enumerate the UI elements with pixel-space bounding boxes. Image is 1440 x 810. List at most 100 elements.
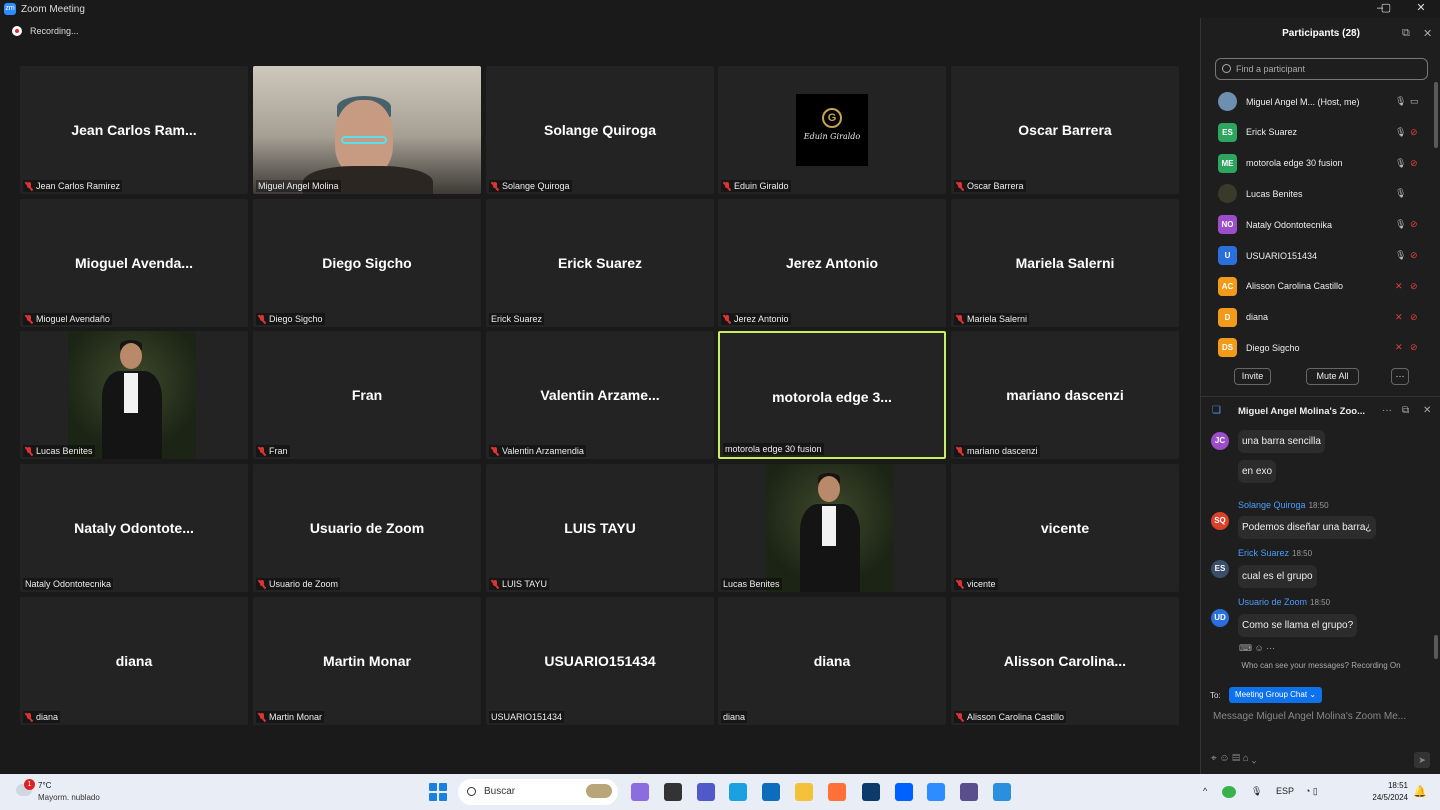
- maximize-button[interactable]: ▢: [1369, 0, 1403, 18]
- taskview-icon[interactable]: [664, 783, 682, 801]
- chat-message[interactable]: cual es el grupo: [1238, 565, 1317, 588]
- camera-off-icon[interactable]: ⊘: [1410, 219, 1418, 230]
- mic-icon[interactable]: 🎙: [1395, 188, 1406, 199]
- dropbox-icon[interactable]: [895, 783, 913, 801]
- participant-row[interactable]: ES Erick Suarez 🎙 ⊘: [1201, 117, 1433, 148]
- chat-scrollbar[interactable]: [1434, 635, 1438, 659]
- copilot-icon[interactable]: [631, 783, 649, 801]
- video-tile[interactable]: LUIS TAYU LUIS TAYU: [486, 464, 714, 592]
- participant-row[interactable]: NO Nataly Odontotecnika 🎙 ⊘: [1201, 209, 1433, 240]
- participant-row[interactable]: ME motorola edge 30 fusion 🎙 ⊘: [1201, 148, 1433, 179]
- camera-off-icon[interactable]: ⊘: [1410, 127, 1418, 138]
- video-tile[interactable]: Solange Quiroga Solange Quiroga: [486, 66, 714, 194]
- video-tile[interactable]: Valentin Arzame... Valentin Arzamendia: [486, 331, 714, 459]
- network-volume-battery-icons[interactable]: ◔ ▯: [1305, 786, 1318, 797]
- participant-row[interactable]: Lucas Benites 🎙: [1201, 178, 1433, 209]
- camera-off-icon[interactable]: ⊘: [1410, 342, 1418, 353]
- mic-muted-icon: [258, 712, 266, 722]
- mic-icon[interactable]: 🎙: [1395, 96, 1406, 107]
- video-tile[interactable]: Diego Sigcho Diego Sigcho: [253, 199, 481, 327]
- video-tile[interactable]: Fran Fran: [253, 331, 481, 459]
- participant-row[interactable]: AC Alisson Carolina Castillo ✕ ⊘: [1201, 271, 1433, 302]
- sync-icon[interactable]: [1222, 786, 1236, 798]
- photos-icon[interactable]: [993, 783, 1011, 801]
- participant-row[interactable]: Miguel Angel M... (Host, me) 🎙 ▭: [1201, 86, 1433, 117]
- chat-recipient-dropdown[interactable]: Meeting Group Chat ⌄: [1229, 687, 1322, 703]
- participant-search-input[interactable]: Find a participant: [1215, 58, 1428, 80]
- video-tile[interactable]: Lucas Benites: [20, 331, 248, 459]
- video-tile[interactable]: Lucas Benites: [718, 464, 946, 592]
- send-icon[interactable]: ➤: [1414, 752, 1430, 768]
- invite-button[interactable]: Invite: [1234, 368, 1271, 385]
- camera-off-icon[interactable]: ⊘: [1410, 312, 1418, 323]
- video-tile[interactable]: Oscar Barrera Oscar Barrera: [951, 66, 1179, 194]
- video-tile[interactable]: diana diana: [20, 597, 248, 725]
- video-tile[interactable]: Nataly Odontote... Nataly Odontotecnika: [20, 464, 248, 592]
- store-icon[interactable]: [762, 783, 780, 801]
- mic-icon[interactable]: 🎙: [1395, 127, 1406, 138]
- chat-message[interactable]: Podemos diseñar una barra¿: [1238, 516, 1376, 539]
- edge-icon[interactable]: [729, 783, 747, 801]
- exo-icon[interactable]: [960, 783, 978, 801]
- zoom-icon[interactable]: [927, 783, 945, 801]
- participant-row[interactable]: Ddiana ✕ ⊘: [1201, 302, 1433, 333]
- video-tile[interactable]: Miguel Angel Molina: [253, 66, 481, 194]
- participant-name: Fran: [269, 446, 288, 456]
- chat-toolbar-icons[interactable]: ⌖ ☺ ▤ ⌂ ⌄: [1211, 753, 1256, 764]
- mute-all-button[interactable]: Mute All: [1306, 368, 1359, 385]
- start-button[interactable]: [429, 783, 447, 801]
- video-tile[interactable]: motorola edge 3... motorola edge 30 fusio…: [718, 331, 946, 459]
- mic-icon[interactable]: 🎙: [1395, 250, 1406, 261]
- taskbar-search[interactable]: Buscar: [458, 779, 618, 805]
- video-tile[interactable]: mariano dascenzi mariano dascenzi: [951, 331, 1179, 459]
- mic-icon[interactable]: 🎙: [1395, 219, 1406, 230]
- mic-muted-icon[interactable]: ✕: [1395, 281, 1403, 292]
- mic-icon[interactable]: 🎙: [1395, 158, 1406, 169]
- participant-row[interactable]: U USUARIO151434 🎙 ⊘: [1201, 240, 1433, 271]
- close-participants-icon[interactable]: ✕: [1423, 27, 1432, 40]
- participant-row[interactable]: DS Diego Sigcho ✕ ⊘: [1201, 332, 1433, 363]
- app-blue-icon[interactable]: [862, 783, 880, 801]
- video-tile[interactable]: Mioguel Avenda... Mioguel Avendaño: [20, 199, 248, 327]
- explorer-icon[interactable]: [795, 783, 813, 801]
- message-reactions-icon[interactable]: ⌨ ☺ ···: [1239, 643, 1275, 654]
- chat-message-input[interactable]: Message Miguel Angel Molina's Zoom Me...: [1213, 711, 1406, 722]
- participants-scrollbar[interactable]: [1434, 82, 1438, 148]
- mic-muted-icon[interactable]: ✕: [1395, 342, 1403, 353]
- camera-off-icon[interactable]: ⊘: [1410, 158, 1418, 169]
- video-tile[interactable]: USUARIO151434 USUARIO151434: [486, 597, 714, 725]
- chat-message[interactable]: Como se llama el grupo?: [1238, 614, 1358, 637]
- teams-icon[interactable]: [697, 783, 715, 801]
- camera-off-icon[interactable]: ⊘: [1410, 281, 1418, 292]
- mic-tray-icon[interactable]: 🎙: [1251, 786, 1262, 797]
- video-tile[interactable]: Mariela Salerni Mariela Salerni: [951, 199, 1179, 327]
- video-tile[interactable]: G Eduin Giraldo Eduin Giraldo: [718, 66, 946, 194]
- participant-name: Mariela Salerni: [967, 314, 1028, 324]
- video-tile[interactable]: Alisson Carolina... Alisson Carolina Cast…: [951, 597, 1179, 725]
- clock[interactable]: 18:51 24/5/2024: [1368, 780, 1408, 804]
- tray-chevron-icon[interactable]: ^: [1203, 786, 1207, 796]
- video-tile[interactable]: vicente vicente: [951, 464, 1179, 592]
- firefox-icon[interactable]: [828, 783, 846, 801]
- chat-message[interactable]: una barra sencilla: [1238, 430, 1325, 453]
- language-indicator[interactable]: ESP: [1276, 786, 1294, 796]
- video-tile[interactable]: diana diana: [718, 597, 946, 725]
- video-tile[interactable]: Jean Carlos Ram... Jean Carlos Ramirez: [20, 66, 248, 194]
- video-tile[interactable]: Usuario de Zoom Usuario de Zoom: [253, 464, 481, 592]
- close-chat-icon[interactable]: ✕: [1423, 405, 1431, 416]
- camera-icon[interactable]: ▭: [1410, 96, 1419, 107]
- video-tile[interactable]: Jerez Antonio Jerez Antonio: [718, 199, 946, 327]
- video-tile[interactable]: Erick Suarez Erick Suarez: [486, 199, 714, 327]
- notifications-bell-icon[interactable]: 🔔: [1413, 785, 1427, 798]
- video-tile[interactable]: Martin Monar Martin Monar: [253, 597, 481, 725]
- popout-icon[interactable]: ⧉: [1402, 27, 1410, 40]
- mic-muted-icon[interactable]: ✕: [1395, 312, 1403, 323]
- chat-popout-icon[interactable]: ⧉: [1402, 405, 1409, 416]
- more-options-button[interactable]: ···: [1391, 368, 1409, 385]
- recording-indicator[interactable]: Recording...: [12, 26, 79, 36]
- chat-more-icon[interactable]: ···: [1382, 405, 1392, 416]
- camera-off-icon[interactable]: ⊘: [1410, 250, 1418, 261]
- close-window-button[interactable]: ✕: [1404, 0, 1438, 18]
- chat-message[interactable]: en exo: [1238, 460, 1277, 483]
- who-can-see-notice[interactable]: Who can see your messages? Recording On: [1201, 661, 1440, 670]
